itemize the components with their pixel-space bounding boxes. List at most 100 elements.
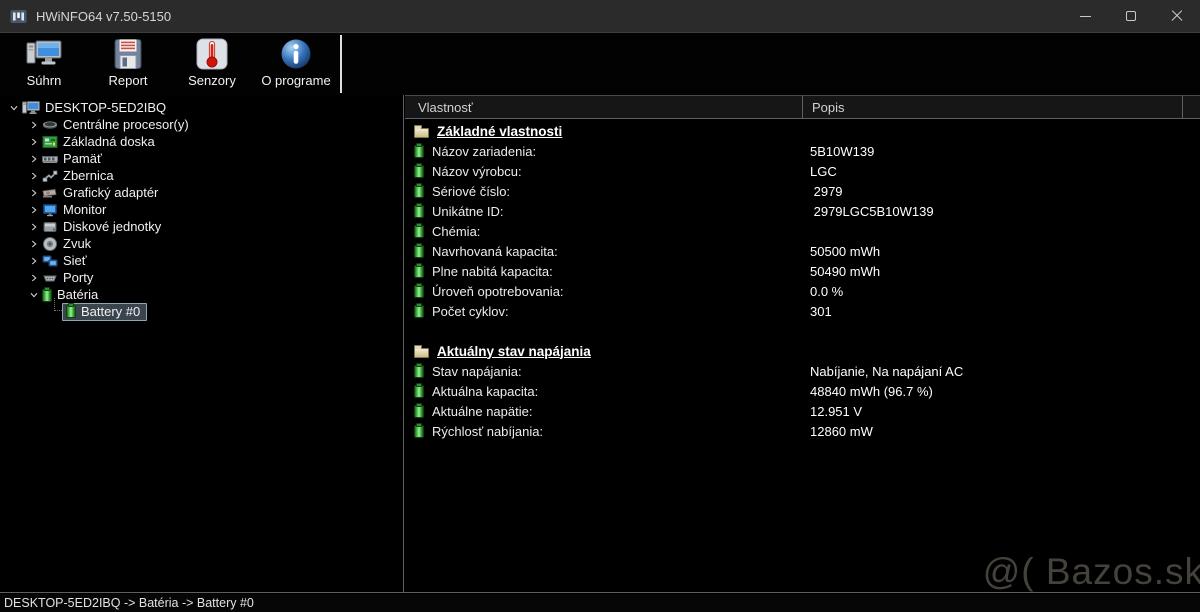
summary-button[interactable]: Súhrn — [2, 33, 86, 95]
column-header-property[interactable]: Vlastnosť — [418, 100, 473, 115]
tree-item-cpu[interactable]: Centrálne procesor(y) — [0, 116, 403, 133]
property-value: 50490 mWh — [810, 263, 881, 279]
chevron-right-icon[interactable] — [26, 135, 42, 149]
property-value: 50500 mWh — [810, 243, 881, 259]
property-name: Sériové číslo: — [432, 183, 511, 199]
property-value: Nabíjanie, Na napájaní AC — [810, 363, 964, 379]
property-name: Stav napájania: — [432, 363, 522, 379]
property-value: 0.0 % — [810, 283, 844, 299]
tree-item-disks[interactable]: Diskové jednotky — [0, 218, 403, 235]
battery-icon — [414, 143, 424, 158]
tree-item-monitor[interactable]: Monitor — [0, 201, 403, 218]
disk-icon — [42, 219, 58, 235]
table-row[interactable]: Názov zariadenia: 5B10W139 — [405, 141, 1200, 161]
selected-tree-item[interactable]: Battery #0 — [62, 302, 148, 321]
property-name: Plne nabitá kapacita: — [432, 263, 553, 279]
sensors-button[interactable]: Senzory — [170, 33, 254, 95]
column-header-description[interactable]: Popis — [812, 100, 845, 115]
tree-item-label: Porty — [63, 270, 94, 285]
report-button[interactable]: Report — [86, 33, 170, 95]
tree-item-motherboard[interactable]: Základná doska — [0, 133, 403, 150]
speaker-icon — [42, 236, 58, 252]
chevron-down-icon[interactable] — [6, 101, 22, 115]
titlebar: HWiNFO64 v7.50-5150 — [0, 0, 1200, 33]
table-row[interactable]: Unikátne ID: 2979LGC5B10W139 — [405, 201, 1200, 221]
battery-icon — [414, 303, 424, 318]
battery-icon — [414, 163, 424, 178]
table-row[interactable]: Úroveň opotrebovania: 0.0 % — [405, 281, 1200, 301]
tree-item-label: Centrálne procesor(y) — [63, 117, 189, 132]
maximize-icon — [1126, 11, 1136, 21]
sensors-label: Senzory — [188, 73, 236, 88]
tree-item-ports[interactable]: Porty — [0, 269, 403, 286]
property-name: Aktuálne napätie: — [432, 403, 533, 419]
tree-item-label: Zvuk — [63, 236, 92, 251]
tree-item-computer[interactable]: DESKTOP-5ED2IBQ — [0, 99, 403, 116]
tree-item-bus[interactable]: Zbernica — [0, 167, 403, 184]
window-title: HWiNFO64 v7.50-5150 — [36, 8, 172, 24]
chevron-right-icon[interactable] — [26, 186, 42, 200]
close-icon — [1171, 10, 1183, 22]
battery-icon — [42, 286, 52, 302]
table-row[interactable]: Počet cyklov: 301 — [405, 301, 1200, 321]
gpu-icon — [42, 185, 58, 201]
tree-item-battery-0[interactable]: Battery #0 — [0, 298, 403, 321]
tree-item-label: Základná doska — [63, 134, 155, 149]
tree-item-network[interactable]: Sieť — [0, 252, 403, 269]
section-header-row[interactable]: Aktuálny stav napájania — [405, 341, 1200, 361]
table-row[interactable]: Sériové číslo: 2979 — [405, 181, 1200, 201]
section-header-row[interactable]: Základné vlastnosti — [405, 121, 1200, 141]
chevron-right-icon[interactable] — [26, 203, 42, 217]
chevron-right-icon[interactable] — [26, 169, 42, 183]
chevron-right-icon[interactable] — [26, 254, 42, 268]
status-bar: DESKTOP-5ED2IBQ -> Batéria -> Battery #0 — [0, 594, 1200, 612]
section-title: Aktuálny stav napájania — [437, 343, 591, 359]
tree-item-label: Sieť — [63, 253, 87, 268]
chevron-down-icon[interactable] — [26, 288, 42, 302]
tree-item-label: Grafický adaptér — [63, 185, 159, 200]
chevron-right-icon[interactable] — [26, 271, 42, 285]
tree-item-sound[interactable]: Zvuk — [0, 235, 403, 252]
chevron-right-icon[interactable] — [26, 118, 42, 132]
table-row[interactable]: Aktuálna kapacita: 48840 mWh (96.7 %) — [405, 381, 1200, 401]
section-title: Základné vlastnosti — [437, 123, 563, 139]
property-value: 48840 mWh (96.7 %) — [810, 383, 933, 399]
motherboard-icon — [42, 134, 58, 150]
battery-icon — [414, 283, 424, 298]
battery-icon — [414, 363, 424, 378]
tree-item-label: Pamäť — [63, 151, 102, 166]
battery-icon — [414, 383, 424, 398]
column-resize-handle[interactable] — [802, 96, 803, 118]
status-path: DESKTOP-5ED2IBQ -> Batéria -> Battery #0 — [4, 596, 254, 610]
chevron-right-icon[interactable] — [26, 152, 42, 166]
chevron-right-icon[interactable] — [26, 220, 42, 234]
computer-icon — [22, 100, 40, 116]
device-tree: DESKTOP-5ED2IBQ Centrálne procesor(y) Zá… — [0, 95, 404, 592]
minimize-button[interactable] — [1062, 0, 1108, 33]
tree-item-memory[interactable]: Pamäť — [0, 150, 403, 167]
tree-item-gpu[interactable]: Grafický adaptér — [0, 184, 403, 201]
table-row[interactable]: Stav napájania: Nabíjanie, Na napájaní A… — [405, 361, 1200, 381]
property-name: Úroveň opotrebovania: — [432, 283, 564, 299]
property-value: 12860 mW — [810, 423, 873, 439]
property-value: 301 — [810, 303, 832, 319]
maximize-button[interactable] — [1108, 0, 1154, 33]
about-button[interactable]: O programe — [254, 33, 338, 95]
table-row[interactable]: Rýchlosť nabíjania: 12860 mW — [405, 421, 1200, 441]
table-row[interactable]: Aktuálne napätie: 12.951 V — [405, 401, 1200, 421]
property-name: Počet cyklov: — [432, 303, 509, 319]
table-row[interactable]: Plne nabitá kapacita: 50490 mWh — [405, 261, 1200, 281]
tree-item-label: Diskové jednotky — [63, 219, 162, 234]
tree-item-label: Batéria — [57, 287, 99, 302]
table-row[interactable]: Navrhovaná kapacita: 50500 mWh — [405, 241, 1200, 261]
battery-icon — [414, 223, 424, 238]
table-row[interactable]: Chémia: — [405, 221, 1200, 241]
chevron-right-icon[interactable] — [26, 237, 42, 251]
table-header: Vlastnosť Popis — [405, 95, 1200, 119]
minimize-icon — [1079, 15, 1091, 17]
column-resize-handle[interactable] — [1182, 96, 1183, 118]
table-row[interactable]: Názov výrobcu: LGC — [405, 161, 1200, 181]
battery-icon — [66, 303, 76, 318]
property-value: 12.951 V — [810, 403, 863, 419]
close-button[interactable] — [1154, 0, 1200, 33]
